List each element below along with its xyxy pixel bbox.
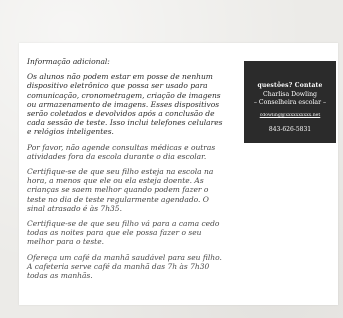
paragraph-breakfast: Ofereça um café da manhã saudável para s… — [27, 252, 222, 281]
paragraph-devices: Os alunos não podem estar em posse de ne… — [27, 72, 223, 137]
contact-email-link[interactable]: cdowling@xxxxxxxxxx.net — [249, 113, 331, 118]
paragraph-appointments: Por favor, não agende consultas médicas … — [27, 142, 216, 161]
contact-role: – Conselheira escolar – — [253, 98, 327, 106]
info-column: Informação adicional: Os alunos não pode… — [27, 57, 225, 286]
section-title: Informação adicional: — [27, 57, 110, 66]
contact-title: questões? Contate — [257, 82, 323, 89]
contact-name: Charlisa Dowling — [262, 91, 318, 98]
document-paper: Informação adicional: Os alunos não pode… — [19, 43, 338, 305]
contact-box: questões? Contate Charlisa Dowling – Con… — [244, 61, 336, 143]
paragraph-attendance: Certifique-se de que seu filho esteja na… — [27, 167, 214, 213]
paragraph-sleep: Certifique-se de que seu filho vá para a… — [27, 219, 220, 247]
contact-phone: 843-626-5831 — [268, 126, 312, 134]
